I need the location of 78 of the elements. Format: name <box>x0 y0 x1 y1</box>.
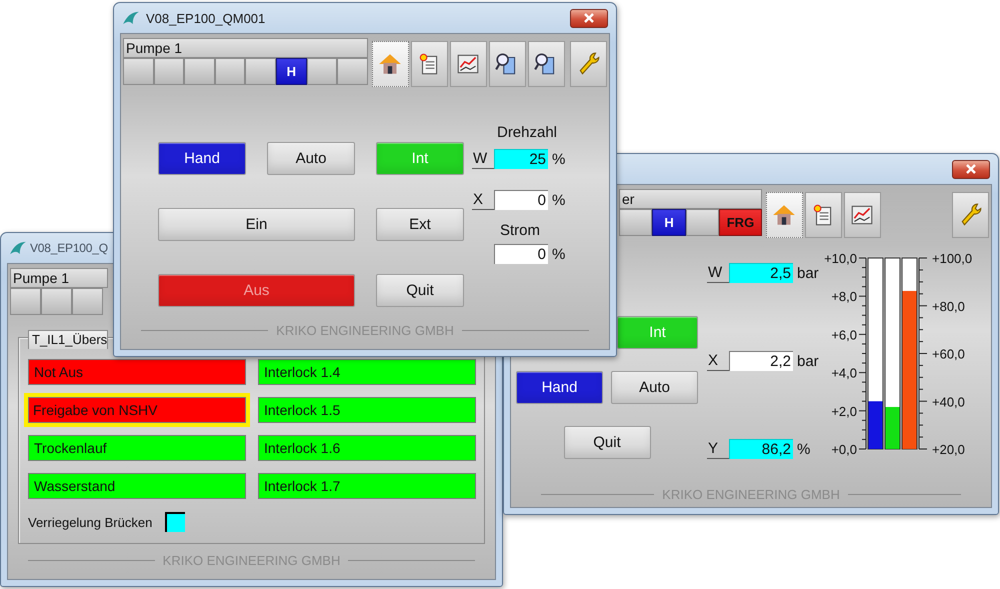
name-field: er <box>619 189 762 209</box>
interlock-indicator: Interlock 1.7 <box>258 473 476 499</box>
toolbar-button[interactable] <box>804 192 842 238</box>
value-field[interactable]: 0 <box>494 190 548 210</box>
interlock-indicator: Interlock 1.4 <box>258 359 476 385</box>
command-button[interactable]: Auto <box>611 371 698 404</box>
status-cell <box>619 209 652 236</box>
scale-label: +100,0 <box>932 251 972 266</box>
value-field[interactable]: 25 <box>494 149 548 169</box>
interlock-indicator: Interlock 1.5 <box>258 397 476 423</box>
command-button[interactable]: Ext <box>376 208 464 241</box>
close-button[interactable] <box>570 8 608 28</box>
section-title: Drehzahl <box>496 124 558 142</box>
fin-logo-icon <box>9 241 27 255</box>
toolbar-button[interactable] <box>450 41 487 87</box>
status-cell <box>154 58 184 85</box>
close-icon <box>584 13 594 23</box>
interlock-indicator: Trockenlauf <box>28 435 246 461</box>
status-cell <box>10 288 41 315</box>
status-cell <box>214 58 246 85</box>
toolbar-button[interactable] <box>410 41 448 87</box>
scale-label: +6,0 <box>831 327 857 342</box>
value-field[interactable]: 2,5 <box>729 263 793 283</box>
toolbar-button[interactable] <box>528 41 565 87</box>
toolbar-button[interactable] <box>844 192 881 238</box>
status-cell <box>306 58 338 85</box>
command-button[interactable]: Hand <box>158 142 246 175</box>
status-cell <box>337 58 368 85</box>
toolbar-button[interactable] <box>952 192 989 238</box>
scale-label: +40,0 <box>932 394 965 410</box>
unit-label: % <box>552 245 566 264</box>
scale-label: +0,0 <box>831 442 857 457</box>
window-title: V08_EP100_QM001 <box>146 10 266 26</box>
bypass-label: Verriegelung Brücken <box>28 514 152 530</box>
close-button[interactable] <box>952 160 990 178</box>
command-button[interactable]: Ein <box>158 208 355 241</box>
toolbar-button[interactable] <box>570 41 607 87</box>
status-cell <box>72 288 103 315</box>
unit-label: % <box>552 191 566 210</box>
name-field: Pumpe 1 <box>123 38 368 58</box>
status-cell <box>686 209 720 236</box>
status-cell <box>184 58 215 85</box>
value-field[interactable]: 2,2 <box>729 351 793 371</box>
window-title: V08_EP100_Q <box>30 241 108 255</box>
unit-label: bar <box>797 352 819 371</box>
status-cell <box>123 58 154 85</box>
interlock-indicator: Not Aus <box>28 359 246 385</box>
scale-label: +60,0 <box>932 346 965 362</box>
interlock-indicator: Freigabe von NSHV <box>24 393 250 427</box>
status-cell: H <box>276 58 307 85</box>
fin-logo-icon <box>122 11 140 25</box>
scale-label: +8,0 <box>831 289 857 304</box>
value-field[interactable]: 86,2 <box>729 439 793 459</box>
unit-label: % <box>552 150 566 169</box>
scale-label: +2,0 <box>831 404 857 419</box>
command-button[interactable]: Hand <box>516 371 603 404</box>
name-field: Pumpe 1 <box>10 268 108 288</box>
unit-label: % <box>797 440 810 459</box>
status-cell: H <box>652 209 686 236</box>
interlock-indicator: Wasserstand <box>28 473 246 499</box>
scale-label: +4,0 <box>831 366 857 381</box>
toolbar-button[interactable] <box>488 41 526 87</box>
command-button[interactable]: Quit <box>564 426 650 459</box>
close-icon <box>966 164 976 174</box>
status-cell: FRG <box>719 209 762 236</box>
group-tab[interactable]: T_IL1_Übers <box>28 330 108 349</box>
command-button[interactable]: Quit <box>376 274 464 307</box>
status-cell <box>41 288 72 315</box>
unit-label: bar <box>797 264 819 283</box>
section-title: Strom <box>500 222 540 240</box>
command-button[interactable]: Auto <box>267 142 355 175</box>
bypass-checkbox[interactable] <box>165 512 186 532</box>
value-field[interactable]: 0 <box>494 244 548 264</box>
scale-label: +20,0 <box>932 442 965 457</box>
scale-label: +80,0 <box>932 298 965 314</box>
interlock-indicator: Interlock 1.6 <box>258 435 476 461</box>
scale-label: +10,0 <box>824 251 857 266</box>
status-cell <box>245 58 276 85</box>
